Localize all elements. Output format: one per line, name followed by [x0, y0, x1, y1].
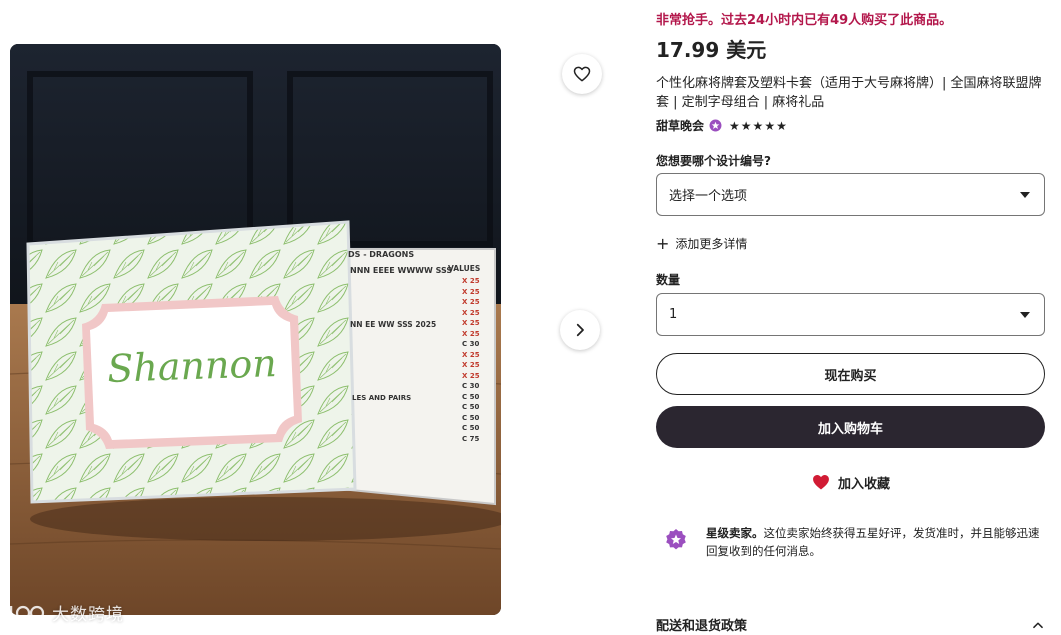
card-point-value: X 25 [462, 308, 480, 317]
card-point-value: X 25 [462, 371, 480, 380]
add-more-details-label: 添加更多详情 [675, 237, 748, 251]
design-select[interactable]: 选择一个选项 [656, 173, 1045, 216]
card-point-value: X 25 [462, 287, 480, 296]
design-label: 您想要哪个设计编号? [656, 154, 771, 168]
caret-down-icon [1020, 191, 1030, 198]
add-to-cart-button[interactable]: 加入购物车 [656, 406, 1045, 448]
chevron-up-icon [1033, 621, 1043, 628]
star-icon: ★ [740, 118, 752, 133]
star-icon: ★ [776, 118, 787, 133]
caret-down-icon [1020, 311, 1030, 318]
card-point-value: C 50 [462, 413, 480, 422]
next-image-button[interactable] [560, 310, 600, 350]
card-point-value: C 50 [462, 392, 480, 401]
product-panel: 非常抢手。过去24小时内已有49人购买了此商品。 17.99 美元 个性化麻将牌… [656, 0, 1046, 635]
buy-now-label: 现在购买 [824, 368, 877, 384]
listing-title: 个性化麻将牌套及塑料卡套（适用于大号麻将牌）| 全国麻将联盟牌套 | 定制字母组… [656, 76, 1042, 110]
add-more-details-button[interactable]: + 添加更多详情 [656, 235, 747, 252]
star-seller-small-icon [709, 119, 722, 132]
star-seller-text-block: 星级卖家。这位卖家始终获得五星好评，发货准时，并且能够迅速回复收到的任何消息。 [706, 524, 1044, 560]
card-point-value: X 25 [462, 361, 480, 369]
image-gallery: Shannon DS - DRAGONS VALUES NNN EEEE WWW… [0, 0, 620, 635]
plus-icon: + [656, 233, 670, 253]
rating-stars: ★ ★ ★ ★ ★ [729, 120, 787, 132]
card-section-1: NNN EEEE WWWW SSS [350, 266, 453, 275]
shop-info: 甜草晚会 ★ ★ ★ ★ ★ [656, 117, 787, 134]
card-section-2: NN EE WW SSS 2025 [350, 320, 437, 329]
star-seller-badge-icon [666, 529, 686, 550]
card-point-value: X 25 [462, 319, 480, 327]
star-icon: ★ [764, 118, 776, 133]
watermark-logo-icon [9, 605, 45, 620]
add-to-favorites-button[interactable]: 加入收藏 [656, 461, 1045, 503]
card-point-value: C 30 [462, 382, 480, 390]
design-select-value: 选择一个选项 [669, 189, 748, 204]
quantity-select[interactable]: 1 [656, 293, 1045, 336]
add-to-cart-label: 加入购物车 [817, 421, 883, 437]
buy-now-button[interactable]: 现在购买 [656, 353, 1045, 395]
photo-name-text: Shannon [106, 341, 278, 391]
price: 17.99 美元 [656, 38, 767, 62]
star-seller-info: 星级卖家。这位卖家始终获得五星好评，发货准时，并且能够迅速回复收到的任何消息。 [664, 524, 1044, 560]
star-icon: ★ [752, 118, 764, 133]
shipping-returns-section[interactable]: 配送和退货政策 [656, 615, 1045, 634]
heart-outline-icon [573, 66, 591, 82]
card-point-value: C 75 [462, 434, 480, 443]
star-icon: ★ [729, 118, 740, 133]
card-point-value: X 25 [462, 298, 480, 306]
card-section-3: LES AND PAIRS [352, 394, 412, 402]
quantity-label: 数量 [656, 273, 681, 287]
favorite-button[interactable] [562, 54, 602, 94]
shop-name[interactable]: 甜草晚会 [656, 117, 704, 134]
card-point-value: X 25 [462, 350, 480, 359]
watermark: 大数跨境 [8, 600, 124, 625]
card-point-value: C 50 [462, 403, 480, 411]
quantity-select-value: 1 [669, 307, 678, 322]
card-values-header: VALUES [448, 264, 481, 273]
card-point-value: C 30 [462, 340, 480, 348]
chevron-right-icon [576, 323, 584, 337]
card-heading: DS - DRAGONS [348, 250, 415, 259]
watermark-text: 大数跨境 [52, 605, 124, 625]
card-point-value: X 25 [462, 329, 480, 338]
card-point-value: X 25 [462, 277, 480, 285]
card-points-column: X 25 X 25 X 25 X 25 X 25 X 25 C 30 X 25 X 25 X 25… [462, 276, 490, 444]
card-point-value: C 50 [462, 424, 480, 432]
shipping-returns-label: 配送和退货政策 [656, 619, 748, 634]
heart-filled-icon [813, 475, 829, 490]
product-photo[interactable]: Shannon DS - DRAGONS VALUES NNN EEEE WWW… [10, 44, 501, 615]
urgency-message: 非常抢手。过去24小时内已有49人购买了此商品。 [656, 13, 953, 28]
add-to-favorites-label: 加入收藏 [837, 476, 890, 492]
star-seller-title: 星级卖家。 [706, 526, 764, 540]
